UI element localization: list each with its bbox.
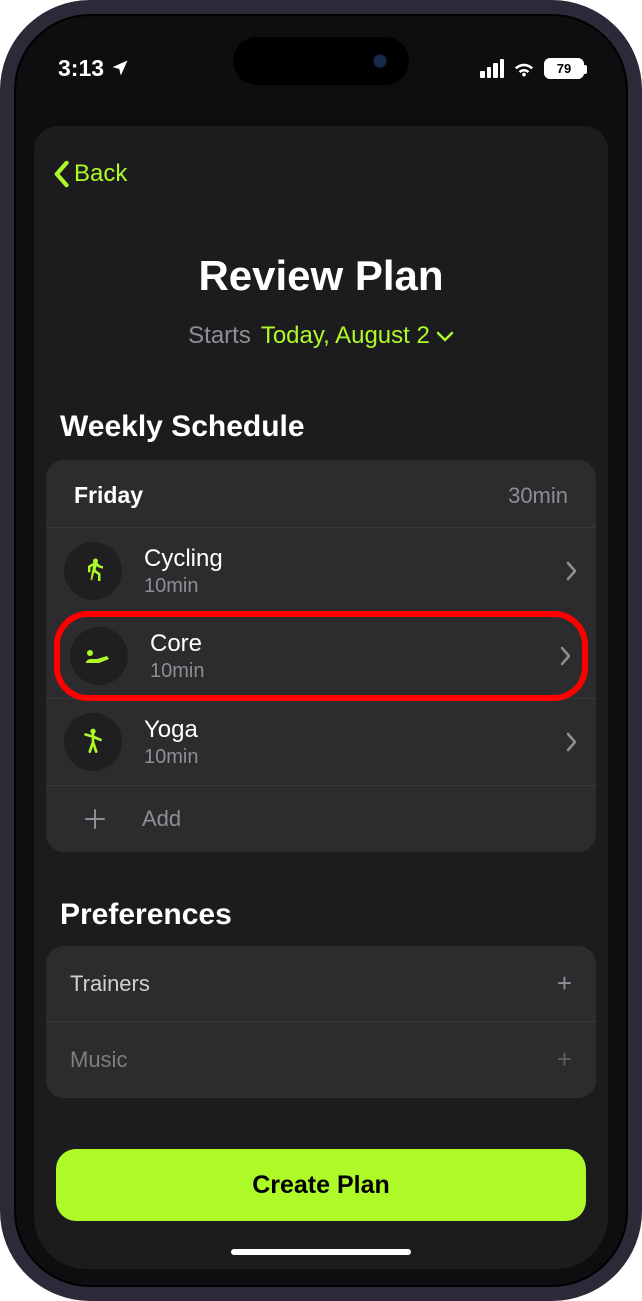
schedule-card: Friday 30min Cycling 10min Core (46, 460, 596, 852)
cellular-signal-icon (480, 59, 504, 78)
plus-icon (80, 808, 110, 830)
workout-row-cycling[interactable]: Cycling 10min (46, 527, 596, 614)
preferences-header: Preferences (60, 898, 608, 932)
review-plan-sheet: Back Review Plan Starts Today, August 2 … (34, 126, 608, 1269)
chevron-down-icon (436, 330, 454, 342)
front-camera-icon (373, 54, 387, 68)
pref-row-trainers[interactable]: Trainers + (46, 946, 596, 1022)
workout-duration: 10min (144, 746, 566, 769)
wifi-icon (512, 58, 536, 78)
core-icon (70, 627, 128, 685)
workout-name: Core (150, 630, 560, 658)
chevron-right-icon (566, 732, 578, 752)
page-title: Review Plan (34, 252, 608, 300)
cycling-icon (64, 542, 122, 600)
back-label: Back (74, 160, 127, 188)
preferences-card: Trainers + Music + (46, 946, 596, 1098)
chevron-left-icon (52, 160, 70, 188)
phone-frame: 3:13 79 Back Review Plan Starts Today, A… (0, 0, 642, 1301)
pref-label: Music (70, 1047, 127, 1073)
home-indicator[interactable] (231, 1249, 411, 1255)
plus-icon: + (557, 968, 572, 999)
battery-icon: 79 (544, 58, 584, 79)
workout-name: Yoga (144, 716, 566, 744)
workout-name: Cycling (144, 545, 566, 573)
clock-label: 3:13 (58, 55, 104, 82)
workout-row-core[interactable]: Core 10min (54, 611, 588, 701)
day-total: 30min (508, 483, 568, 509)
starts-value: Today, August 2 (261, 322, 430, 350)
chevron-right-icon (560, 646, 572, 666)
workout-duration: 10min (150, 660, 560, 683)
workout-duration: 10min (144, 575, 566, 598)
yoga-icon (64, 713, 122, 771)
back-button[interactable]: Back (34, 126, 608, 196)
starts-label: Starts (188, 322, 251, 350)
chevron-right-icon (566, 561, 578, 581)
schedule-card-header: Friday 30min (46, 460, 596, 527)
start-date-picker[interactable]: Starts Today, August 2 (34, 322, 608, 350)
pref-label: Trainers (70, 971, 150, 997)
plus-icon: + (557, 1044, 572, 1075)
pref-row-music[interactable]: Music + (46, 1022, 596, 1098)
create-plan-button[interactable]: Create Plan (56, 1149, 586, 1221)
workout-row-yoga[interactable]: Yoga 10min (46, 698, 596, 785)
add-workout-button[interactable]: Add (46, 785, 596, 852)
location-icon (110, 58, 130, 78)
day-label: Friday (74, 482, 143, 509)
weekly-schedule-header: Weekly Schedule (60, 410, 608, 444)
dynamic-island (233, 37, 409, 85)
add-label: Add (142, 806, 181, 832)
